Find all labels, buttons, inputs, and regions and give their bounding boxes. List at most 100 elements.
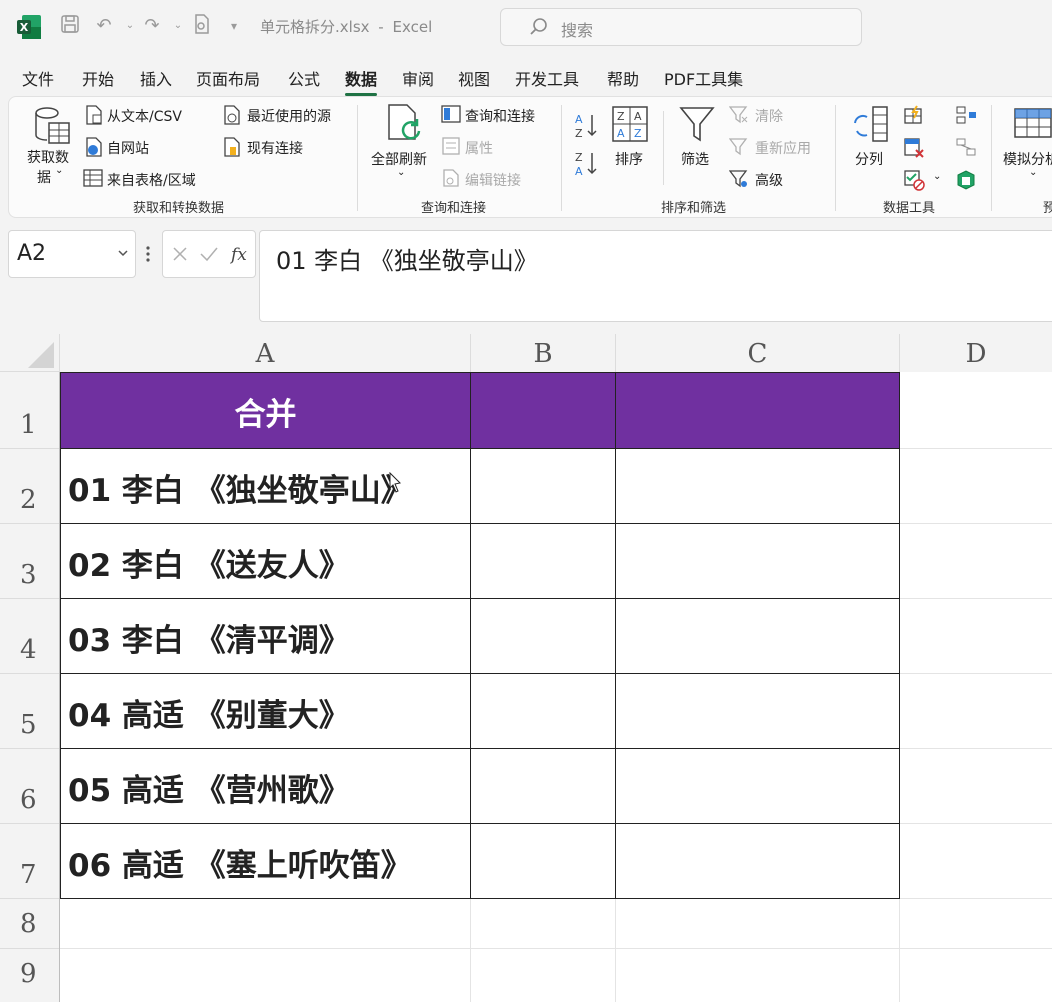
save-icon[interactable] (58, 14, 82, 38)
queries-connections-button[interactable]: 查询和连接 (465, 106, 535, 126)
cell-a2[interactable]: 01 李白 《独坐敬亭山》 (60, 449, 471, 524)
cell-c1[interactable] (616, 372, 900, 449)
name-box-value: A2 (17, 241, 47, 266)
sort-ascending-icon[interactable]: AZ (573, 111, 599, 139)
from-text-csv-button[interactable]: 从文本/CSV (107, 106, 182, 126)
row-header-7[interactable]: 7 (0, 824, 60, 899)
cell-b6[interactable] (471, 749, 616, 824)
cell-b4[interactable] (471, 599, 616, 674)
undo-icon[interactable]: ↶ (92, 14, 116, 38)
search-box[interactable]: 搜索 (500, 8, 862, 46)
cell-a4[interactable]: 03 李白 《清平调》 (60, 599, 471, 674)
cell-c5[interactable] (616, 674, 900, 749)
row-header-5[interactable]: 5 (0, 674, 60, 749)
tab-formulas[interactable]: 公式 (288, 66, 320, 90)
cell-b7[interactable] (471, 824, 616, 899)
svg-text:X: X (20, 21, 29, 34)
tab-page-layout[interactable]: 页面布局 (196, 66, 260, 90)
row-header-1[interactable]: 1 (0, 372, 60, 449)
advanced-button[interactable]: 高级 (755, 170, 783, 190)
chevron-down-icon[interactable] (117, 247, 129, 259)
sort-descending-icon[interactable]: ZA (573, 149, 599, 177)
cell-c3[interactable] (616, 524, 900, 599)
svg-text:Z: Z (575, 127, 583, 139)
get-data-button-line2[interactable]: 据 (37, 167, 51, 187)
more-options-icon[interactable] (145, 244, 151, 264)
tab-home[interactable]: 开始 (82, 66, 114, 90)
column-header-b[interactable]: B (471, 334, 616, 372)
filter-button[interactable]: 筛选 (681, 149, 709, 169)
cell-b2[interactable] (471, 449, 616, 524)
what-if-analysis-button[interactable]: 模拟分析 (1003, 149, 1052, 169)
from-table-button[interactable]: 来自表格/区域 (107, 170, 196, 190)
recent-sources-button[interactable]: 最近使用的源 (247, 106, 331, 126)
tab-file[interactable]: 文件 (22, 66, 54, 90)
existing-connections-icon (224, 137, 240, 157)
tab-insert[interactable]: 插入 (140, 66, 172, 90)
cell-c7[interactable] (616, 824, 900, 899)
column-header-d[interactable]: D (900, 334, 1052, 372)
cell-b1[interactable] (471, 372, 616, 449)
tab-view[interactable]: 视图 (458, 66, 490, 90)
tab-pdf-tools[interactable]: PDF工具集 (664, 66, 743, 90)
name-box[interactable]: A2 (8, 230, 136, 278)
what-if-dropdown-icon[interactable]: ⌄ (1029, 167, 1037, 178)
cell-b5[interactable] (471, 674, 616, 749)
redo-dropdown-icon[interactable]: ⌄ (166, 14, 190, 38)
row-header-9[interactable]: 9 (0, 949, 60, 1002)
consolidate-icon[interactable] (955, 105, 977, 125)
relationships-icon[interactable] (955, 137, 977, 157)
cancel-icon[interactable] (171, 245, 189, 263)
document-title: 单元格拆分.xlsx - Excel (260, 18, 433, 36)
cell-c4[interactable] (616, 599, 900, 674)
cell-a5[interactable]: 04 高适 《别董大》 (60, 674, 471, 749)
refresh-all-button[interactable]: 全部刷新 (371, 149, 427, 169)
tab-review[interactable]: 审阅 (402, 66, 434, 90)
refresh-dropdown-icon[interactable]: ⌄ (397, 167, 405, 178)
row-header-8[interactable]: 8 (0, 899, 60, 949)
properties-button[interactable]: 属性 (465, 138, 493, 158)
row-header-4[interactable]: 4 (0, 599, 60, 674)
cell-c2[interactable] (616, 449, 900, 524)
search-icon (530, 18, 547, 35)
data-validation-dropdown-icon[interactable]: ⌄ (933, 171, 941, 182)
column-header-c[interactable]: C (616, 334, 900, 372)
enter-icon[interactable] (199, 245, 219, 263)
cell-a6[interactable]: 05 高适 《营州歌》 (60, 749, 471, 824)
tab-developer[interactable]: 开发工具 (515, 66, 579, 90)
undo-dropdown-icon[interactable]: ⌄ (118, 14, 142, 38)
cell-a1[interactable]: 合并 (60, 372, 471, 449)
data-validation-icon[interactable] (903, 169, 925, 191)
column-header-a[interactable]: A (60, 334, 471, 372)
cell-c6[interactable] (616, 749, 900, 824)
row-header-2[interactable]: 2 (0, 449, 60, 524)
from-web-button[interactable]: 自网站 (107, 138, 149, 158)
cell-a7[interactable]: 06 高适 《塞上听吹笛》 (60, 824, 471, 899)
row-header-3[interactable]: 3 (0, 524, 60, 599)
text-to-columns-button[interactable]: 分列 (855, 149, 883, 169)
svg-text:A: A (617, 127, 625, 140)
data-model-icon[interactable] (955, 169, 977, 191)
cell-a3[interactable]: 02 李白 《送友人》 (60, 524, 471, 599)
clear-button[interactable]: 清除 (755, 106, 783, 126)
redo-icon[interactable]: ↷ (140, 14, 164, 38)
remove-duplicates-icon[interactable] (903, 137, 925, 159)
get-data-dropdown-icon[interactable]: ⌄ (55, 165, 63, 176)
flash-fill-icon[interactable] (903, 105, 925, 125)
ribbon-separator (835, 105, 836, 211)
select-all-corner[interactable] (0, 334, 60, 372)
customize-toolbar-icon[interactable]: ▾ (222, 14, 246, 38)
cell-a2-text: 01 李白 《独坐敬亭山》 (68, 473, 412, 509)
tab-data[interactable]: 数据 (345, 66, 378, 96)
get-data-button[interactable]: 获取数 (27, 147, 69, 167)
reapply-button[interactable]: 重新应用 (755, 138, 811, 158)
insert-function-icon[interactable]: fx (229, 243, 251, 265)
sort-button[interactable]: 排序 (615, 149, 643, 169)
formula-bar[interactable]: 01 李白 《独坐敬亭山》 (259, 230, 1052, 322)
existing-connections-button[interactable]: 现有连接 (247, 138, 303, 158)
cell-b3[interactable] (471, 524, 616, 599)
print-preview-icon[interactable] (190, 14, 214, 38)
row-header-6[interactable]: 6 (0, 749, 60, 824)
edit-links-button[interactable]: 编辑链接 (465, 170, 521, 190)
tab-help[interactable]: 帮助 (607, 66, 639, 90)
